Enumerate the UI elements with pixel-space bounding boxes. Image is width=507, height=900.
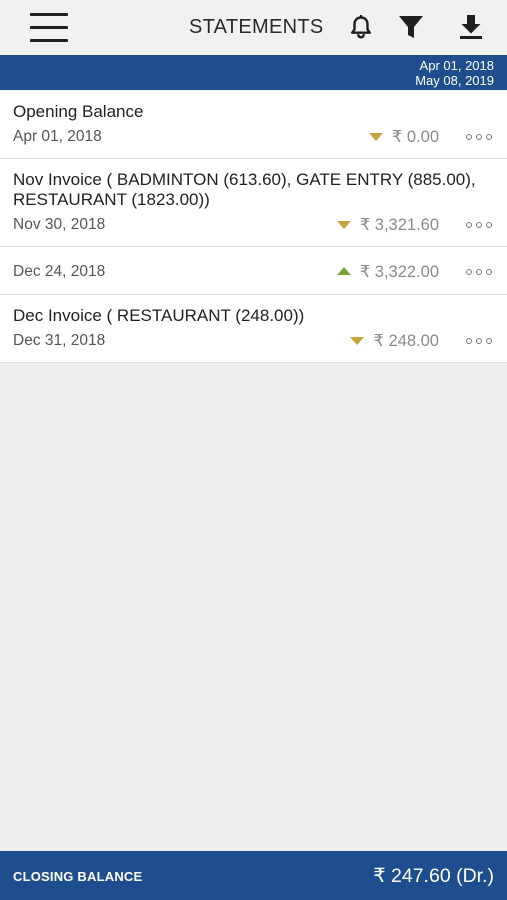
transaction-amount: ₹ 0.00 xyxy=(391,128,439,146)
list-item[interactable]: Nov Invoice ( BADMINTON (613.60), GATE E… xyxy=(0,159,507,247)
closing-balance-value: ₹ 247.60 (Dr.) xyxy=(373,865,494,887)
more-options-icon[interactable] xyxy=(466,133,494,143)
debit-arrow-icon xyxy=(350,337,364,345)
debit-arrow-icon xyxy=(369,133,383,141)
app-bar: STATEMENTS xyxy=(0,0,507,55)
list-item[interactable]: Dec 24, 2018 ₹ 3,322.00 xyxy=(0,247,507,295)
closing-balance-bar: CLOSING BALANCE ₹ 247.60 (Dr.) xyxy=(0,851,507,900)
transaction-date: Apr 01, 2018 xyxy=(13,128,102,145)
date-range-banner[interactable]: Apr 01, 2018 May 08, 2019 xyxy=(0,55,507,90)
transaction-date: Nov 30, 2018 xyxy=(13,216,106,233)
closing-balance-label: CLOSING BALANCE xyxy=(13,869,143,884)
transaction-description: Nov Invoice ( BADMINTON (613.60), GATE E… xyxy=(13,170,476,209)
date-range-from: Apr 01, 2018 xyxy=(419,58,494,73)
transaction-description: Opening Balance xyxy=(13,102,144,121)
page-title: STATEMENTS xyxy=(189,16,324,38)
transaction-date: Dec 24, 2018 xyxy=(13,263,106,280)
list-item[interactable]: Dec Invoice ( RESTAURANT (248.00)) Dec 3… xyxy=(0,295,507,363)
bell-icon[interactable] xyxy=(346,12,376,42)
more-options-icon[interactable] xyxy=(466,337,494,347)
credit-arrow-icon xyxy=(337,267,351,275)
statement-list: Opening Balance Apr 01, 2018 ₹ 0.00 Nov … xyxy=(0,91,507,363)
more-options-icon[interactable] xyxy=(466,221,494,231)
filter-icon[interactable] xyxy=(396,12,426,42)
date-range-to: May 08, 2019 xyxy=(415,73,494,88)
download-icon[interactable] xyxy=(456,12,486,42)
menu-icon[interactable] xyxy=(26,8,72,48)
transaction-description: Dec Invoice ( RESTAURANT (248.00)) xyxy=(13,306,305,325)
transaction-date: Dec 31, 2018 xyxy=(13,332,106,349)
list-item[interactable]: Opening Balance Apr 01, 2018 ₹ 0.00 xyxy=(0,91,507,159)
more-options-icon[interactable] xyxy=(466,268,494,278)
debit-arrow-icon xyxy=(337,221,351,229)
transaction-amount: ₹ 248.00 xyxy=(373,332,439,350)
transaction-amount: ₹ 3,322.00 xyxy=(359,263,439,281)
transaction-amount: ₹ 3,321.60 xyxy=(359,216,439,234)
